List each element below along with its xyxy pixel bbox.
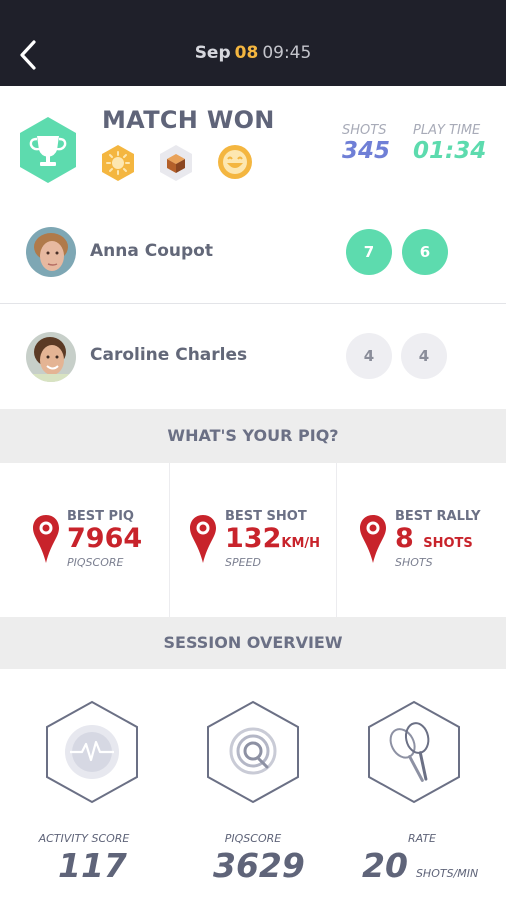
best-piq-value: 7964 xyxy=(67,523,143,554)
best-piq-label: BEST PIQ xyxy=(67,509,134,524)
rate-label: RATE xyxy=(407,832,437,845)
top-bar: Sep 08 09:45 xyxy=(0,0,506,86)
best-rally-tile[interactable]: BEST RALLY 8 SHOTS SHOTS xyxy=(337,463,506,617)
match-result-title: MATCH WON xyxy=(102,106,275,134)
piqscore-value: 3629 xyxy=(213,846,305,885)
piq-section-header: WHAT'S YOUR PIQ? xyxy=(0,409,506,463)
avatar xyxy=(26,227,76,277)
session-date-time: Sep 08 09:45 xyxy=(0,43,506,63)
player-photo-icon xyxy=(26,227,76,277)
play-time-value: 01:34 xyxy=(413,138,487,164)
set-score: 4 xyxy=(346,333,392,379)
shots-label: SHOTS xyxy=(342,123,387,138)
best-rally-label: BEST RALLY xyxy=(395,509,481,524)
best-piq-sub: PIQSCORE xyxy=(67,556,124,569)
activity-score-value: 117 xyxy=(58,846,127,885)
piq-target-icon xyxy=(207,700,299,804)
avatar xyxy=(26,332,76,382)
best-rally-value-group: 8 SHOTS xyxy=(395,523,473,554)
rate-value: 20 xyxy=(362,846,408,885)
location-pin-icon xyxy=(190,515,216,563)
player-row[interactable]: Caroline Charles 4 4 xyxy=(0,304,506,408)
match-result-card: MATCH WON SHOTS 345 PLAY TIME 01:34 xyxy=(0,86,506,200)
best-rally-value: 8 xyxy=(395,523,414,554)
best-stats-row: BEST PIQ 7964 PIQSCORE BEST SHOT 132KM/H… xyxy=(0,463,506,617)
best-rally-unit: SHOTS xyxy=(423,536,473,551)
rate-unit: SHOTS/MIN xyxy=(415,867,479,880)
player-photo-icon xyxy=(26,332,76,382)
session-time: 09:45 xyxy=(262,43,312,63)
date-day: 08 xyxy=(234,43,259,63)
player-name: Anna Coupot xyxy=(90,241,213,261)
location-pin-icon xyxy=(33,515,59,563)
activity-pulse-icon xyxy=(46,700,138,804)
best-shot-sub: SPEED xyxy=(225,556,261,569)
best-shot-value: 132 xyxy=(225,523,282,554)
best-shot-value-group: 132KM/H xyxy=(225,523,320,554)
session-overview-header: SESSION OVERVIEW xyxy=(0,617,506,669)
player-name: Caroline Charles xyxy=(90,345,248,365)
play-time-label: PLAY TIME xyxy=(413,123,481,138)
cube-badge-icon xyxy=(160,145,192,181)
best-shot-unit: KM/H xyxy=(281,536,321,551)
set-score: 4 xyxy=(401,333,447,379)
smiley-badge-icon xyxy=(218,145,252,179)
best-shot-label: BEST SHOT xyxy=(225,509,307,524)
set-score: 7 xyxy=(346,229,392,275)
activity-score-label: ACTIVITY SCORE xyxy=(38,832,130,845)
set-score: 6 xyxy=(402,229,448,275)
location-pin-icon xyxy=(360,515,386,563)
sun-badge-icon xyxy=(102,145,134,181)
player-row[interactable]: Anna Coupot 7 6 xyxy=(0,200,506,304)
racket-icon xyxy=(368,700,460,804)
session-overview: ACTIVITY SCORE 117 PIQSCORE 3629 RATE 20 xyxy=(0,669,506,900)
date-month: Sep xyxy=(194,43,231,63)
shots-value: 345 xyxy=(342,138,391,164)
rate-value-group: 20 SHOTS/MIN xyxy=(362,846,478,885)
trophy-icon xyxy=(20,117,76,183)
piqscore-label: PIQSCORE xyxy=(224,832,282,845)
best-rally-sub: SHOTS xyxy=(395,556,433,569)
best-piq-tile[interactable]: BEST PIQ 7964 PIQSCORE xyxy=(0,463,169,617)
best-shot-tile[interactable]: BEST SHOT 132KM/H SPEED xyxy=(169,463,337,617)
